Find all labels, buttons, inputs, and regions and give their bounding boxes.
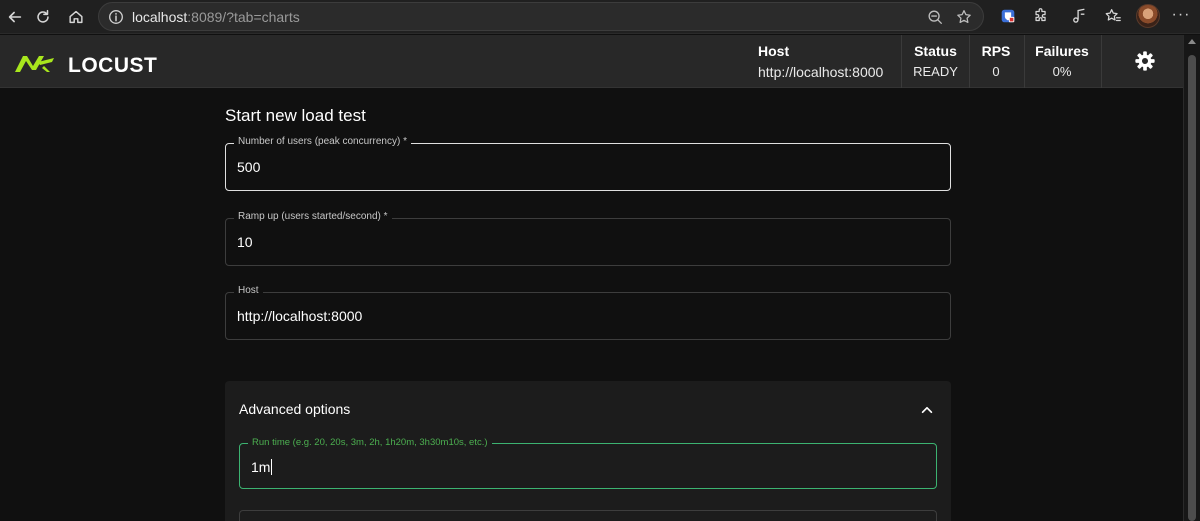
load-test-form: Start new load test Number of users (pea… (225, 88, 951, 521)
home-button[interactable] (63, 4, 89, 30)
page-title: Start new load test (225, 106, 366, 125)
failures-label: Failures (1035, 43, 1089, 59)
settings-button[interactable] (1133, 49, 1157, 73)
extensions-button[interactable] (1030, 5, 1052, 27)
header-divider (969, 35, 970, 88)
locust-logo[interactable]: LOCUST (14, 53, 157, 77)
music-note-icon (1073, 8, 1085, 23)
ramp-up-input[interactable]: 10 (237, 234, 253, 250)
run-time-value: 1m (251, 459, 271, 475)
star-icon (957, 10, 971, 24)
back-button[interactable] (2, 4, 28, 30)
address-bar[interactable]: localhost:8089/?tab=charts (98, 2, 984, 31)
url-path: :8089/?tab=charts (187, 9, 300, 25)
users-label: Number of users (peak concurrency) * (234, 136, 411, 147)
failures-stat: Failures 0% (1033, 42, 1091, 81)
zoom-out-icon (928, 10, 942, 24)
host-field-label: Host (234, 285, 263, 296)
chevron-up-icon[interactable] (919, 402, 935, 418)
host-label: Host (758, 43, 790, 59)
favorites-star-icon (1105, 9, 1121, 22)
info-icon[interactable] (107, 8, 125, 26)
scroll-up-icon[interactable] (1188, 39, 1196, 44)
header-divider (1024, 35, 1025, 88)
status-label: Status (914, 43, 957, 59)
run-time-field[interactable]: Run time (e.g. 20, 20s, 3m, 2h, 1h20m, 3… (239, 437, 937, 489)
zoom-button[interactable] (925, 7, 945, 27)
profile-avatar[interactable] (1136, 4, 1160, 28)
extension-bitwarden-button[interactable] (997, 5, 1019, 27)
home-icon (69, 10, 83, 24)
rps-label: RPS (981, 43, 1011, 59)
more-menu-icon[interactable]: ··· (1170, 6, 1192, 28)
rps-value: 0 (992, 64, 1000, 79)
host-field[interactable]: Host http://localhost:8000 (225, 285, 951, 340)
locust-header: LOCUST Host http://localhost:8000 Status… (0, 35, 1183, 88)
rps-stat: RPS 0 (979, 42, 1013, 81)
host-stat: Host http://localhost:8000 (758, 42, 883, 81)
users-field[interactable]: Number of users (peak concurrency) * 500 (225, 136, 951, 191)
scroll-thumb[interactable] (1188, 55, 1196, 521)
failures-value: 0% (1052, 64, 1072, 79)
reload-icon (37, 9, 49, 23)
status-value: READY (913, 64, 958, 79)
advanced-options-toggle[interactable]: Advanced options (239, 401, 350, 417)
host-value: http://localhost:8000 (758, 64, 884, 80)
header-divider (1101, 35, 1102, 88)
host-input[interactable]: http://localhost:8000 (237, 308, 362, 324)
page-scrollbar[interactable] (1183, 35, 1200, 521)
url-host: localhost (132, 9, 188, 25)
next-field-edge (239, 510, 937, 521)
gear-icon (1135, 51, 1155, 71)
favorites-button[interactable] (1102, 5, 1124, 27)
media-button[interactable] (1068, 5, 1090, 27)
advanced-options-panel: Advanced options Run time (e.g. 20, 20s,… (225, 381, 951, 521)
reload-button[interactable] (30, 4, 56, 30)
puzzle-icon (1035, 8, 1046, 22)
status-stat: Status READY (913, 42, 958, 81)
url-text[interactable]: localhost:8089/?tab=charts (132, 9, 300, 25)
text-cursor (271, 459, 273, 475)
locust-logo-icon (15, 56, 54, 72)
back-arrow-icon (8, 11, 22, 23)
favorite-button[interactable] (954, 7, 974, 27)
run-time-input[interactable]: 1m (251, 459, 273, 475)
browser-toolbar: localhost:8089/?tab=charts ··· (0, 0, 1200, 34)
shield-extension-icon (1001, 9, 1015, 23)
run-time-label: Run time (e.g. 20, 20s, 3m, 2h, 1h20m, 3… (248, 437, 492, 448)
ramp-up-label: Ramp up (users started/second) * (234, 211, 392, 222)
ramp-up-field[interactable]: Ramp up (users started/second) * 10 (225, 211, 951, 266)
header-divider (901, 35, 902, 88)
logo-text: LOCUST (68, 54, 158, 77)
users-input[interactable]: 500 (237, 159, 260, 175)
